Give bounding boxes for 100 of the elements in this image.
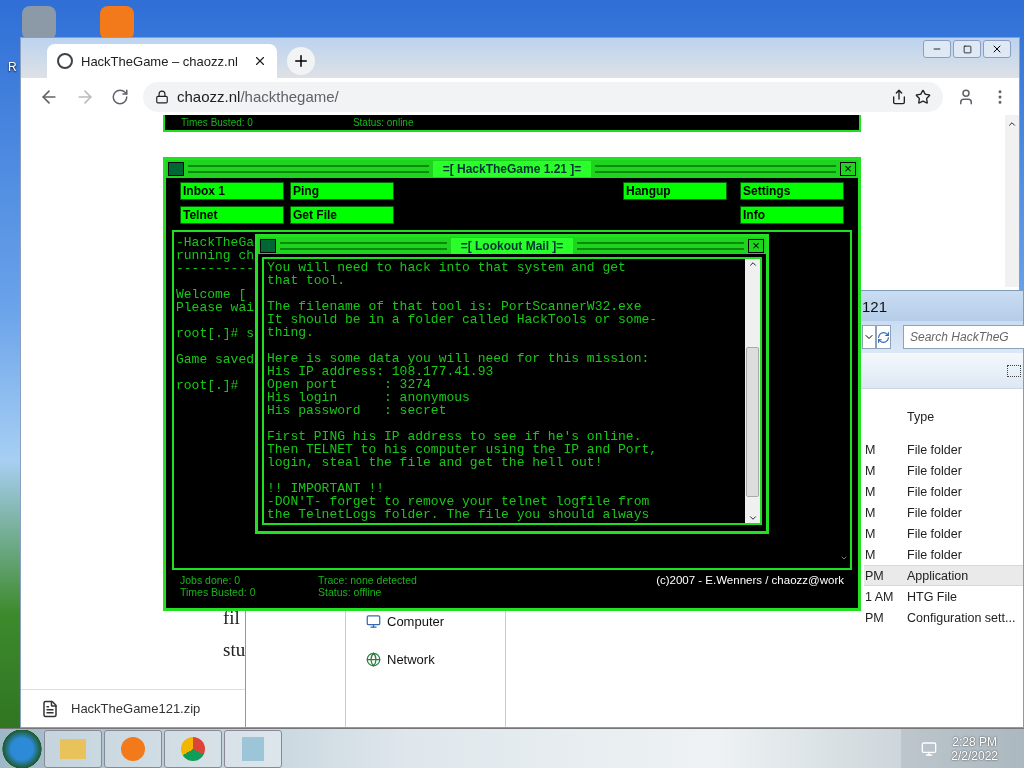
page-text: stu — [223, 639, 246, 661]
window-title: 121 — [862, 297, 888, 315]
table-cell: Configuration sett... — [907, 610, 1016, 625]
mail-text-line: The filename of that tool is: PortScannerW32.exe — [267, 300, 643, 313]
terminal-line: Game saved — [176, 353, 255, 366]
download-filename[interactable]: HackTheGame121.zip — [71, 701, 201, 716]
mail-text-line: His IP address: 108.177.41.93 — [267, 365, 495, 378]
star-icon[interactable] — [915, 88, 931, 105]
start-button[interactable] — [2, 729, 42, 768]
new-tab-button[interactable] — [287, 47, 315, 75]
terminal-line: -HackTheGa — [176, 236, 255, 249]
close-icon[interactable] — [253, 54, 267, 68]
file-row[interactable]: M File folder — [864, 460, 1023, 481]
refresh-button[interactable] — [876, 325, 891, 349]
file-row[interactable]: 1 AM HTG File — [864, 586, 1023, 607]
scroll-down-icon[interactable] — [747, 513, 758, 523]
file-row[interactable]: M File folder — [864, 439, 1023, 460]
table-cell-text: M — [865, 442, 877, 457]
table-cell-text: M — [865, 463, 877, 478]
close-icon[interactable] — [991, 43, 1003, 55]
terminal-line: root[.]# s — [176, 327, 255, 340]
window-title: =[ HackTheGame 1.21 ]= — [432, 161, 592, 177]
mail-text-line: It should be in a folder called HackTools or some- — [267, 313, 659, 326]
scroll-down-icon[interactable] — [840, 554, 848, 562]
stat-text: Trace: none detected — [318, 574, 418, 586]
menu-button[interactable]: Hangup — [623, 182, 727, 200]
nav-label[interactable]: Computer — [387, 614, 445, 629]
table-cell: HTG File — [907, 589, 957, 604]
terminal-line: running ch — [176, 249, 255, 262]
file-row[interactable]: M File folder — [864, 544, 1023, 565]
close-button[interactable]: × — [840, 162, 856, 176]
mail-text-line: You will need to hack into that system and get — [267, 261, 627, 274]
maximize-icon[interactable] — [962, 44, 972, 54]
menu-button[interactable]: Get File — [290, 206, 394, 224]
view-options-icon[interactable] — [1007, 364, 1021, 377]
monitor-icon — [366, 614, 381, 629]
file-row[interactable]: PM Configuration sett... — [864, 607, 1023, 628]
scroll-thumb[interactable] — [746, 347, 759, 497]
close-button[interactable]: × — [748, 238, 764, 253]
lock-icon — [155, 89, 169, 104]
mail-text-line: His password : secret — [267, 404, 447, 417]
file-row[interactable]: M File folder — [864, 502, 1023, 523]
table-cell-text: M — [865, 547, 877, 562]
table-cell: File folder — [907, 526, 962, 541]
menu-button[interactable]: Inbox 1 — [180, 182, 284, 200]
mail-text-line: Open port : 3274 — [267, 378, 432, 391]
table-cell-text: M — [865, 505, 877, 520]
address-bar[interactable]: chaozz.nl/hackthegame/ — [143, 81, 943, 112]
table-cell: File folder — [907, 484, 962, 499]
status-text: Status: online — [352, 117, 414, 128]
table-cell: File folder — [907, 505, 962, 520]
site-logo-icon — [57, 53, 73, 69]
mail-text-line: First PING his IP address to see if he's online. — [267, 430, 643, 443]
window-title: =[ Lookout Mail ]= — [450, 237, 574, 254]
close-button[interactable] — [983, 40, 1011, 58]
table-cell-text: 1 AM — [865, 589, 895, 604]
share-icon[interactable] — [891, 88, 907, 105]
nav-item[interactable]: Network — [366, 652, 505, 667]
menu-button[interactable]: Info — [740, 206, 844, 224]
stat-text: Jobs done: 0 — [180, 574, 242, 586]
refresh-icon[interactable] — [877, 330, 890, 344]
file-icon — [41, 699, 59, 718]
table-cell: File folder — [907, 463, 962, 478]
plus-icon[interactable] — [292, 52, 310, 70]
menu-button[interactable]: Settings — [740, 182, 844, 200]
terminal-line: ---------- — [176, 262, 255, 275]
mail-text-line: Then TELNET to his computer using the IP and Port, — [267, 443, 659, 456]
terminal-line: Welcome [ — [176, 288, 247, 301]
column-header[interactable]: Type — [907, 410, 935, 424]
menu-button[interactable]: Ping — [290, 182, 394, 200]
nav-label[interactable]: Network — [387, 652, 435, 667]
file-row[interactable]: M File folder — [864, 523, 1023, 544]
credit-text: (c)2007 - E.Wenners / chaozz@work — [656, 574, 844, 588]
table-cell-text: M — [865, 526, 877, 541]
table-cell-text: PM — [865, 568, 885, 583]
mail-text-line: thing. — [267, 326, 315, 339]
minimize-button[interactable] — [923, 40, 951, 58]
terminal-line: Please wai — [176, 301, 255, 314]
desktop-icon-label: R — [8, 60, 17, 74]
nav-item[interactable]: Computer — [366, 614, 505, 629]
app-icon — [168, 162, 184, 176]
globe-icon — [366, 652, 381, 667]
address-dropdown[interactable] — [862, 325, 876, 349]
table-cell: File folder — [907, 442, 962, 457]
stat-text: Times Busted: 0 — [180, 586, 257, 598]
taskbar-app-button[interactable] — [164, 729, 222, 768]
browser-tab[interactable]: HackTheGame – chaozz.nl — [47, 44, 277, 78]
scrollbar[interactable] — [1005, 115, 1019, 287]
mail-text-line: login, steal the file and get the hell out! — [267, 456, 604, 469]
taskbar-app-button[interactable] — [224, 729, 282, 768]
file-row[interactable]: PM Application — [864, 565, 1023, 586]
menu-button[interactable]: Telnet — [180, 206, 284, 224]
mail-text-line: -DON'T- forget to remove your telnet logfile from — [267, 495, 651, 508]
file-row[interactable]: M File folder — [864, 481, 1023, 502]
search-field[interactable]: Search HackTheG — [903, 325, 1024, 349]
scroll-up-icon[interactable] — [1007, 119, 1017, 129]
scrollbar[interactable] — [745, 259, 760, 523]
mail-text-line: !! IMPORTANT !! — [267, 482, 386, 495]
mail-text-line: the TelnetLogs folder. The file you should always — [267, 508, 651, 521]
scroll-up-icon[interactable] — [747, 259, 758, 269]
